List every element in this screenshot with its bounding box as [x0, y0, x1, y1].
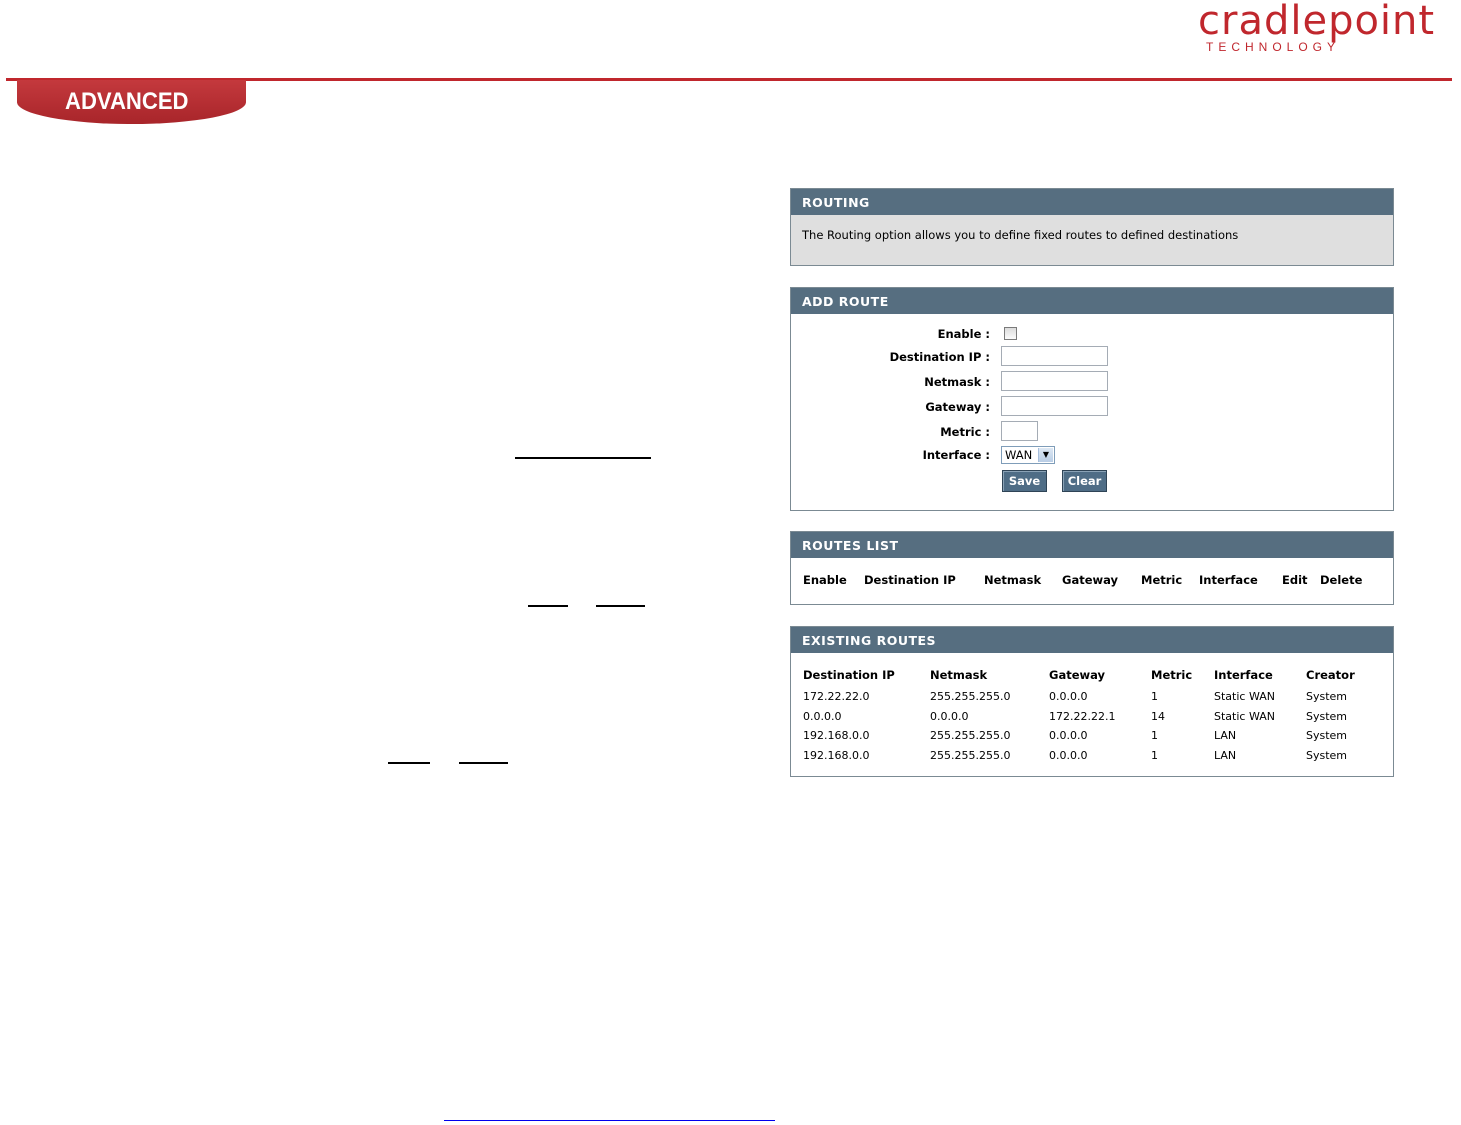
- cell-gateway: 0.0.0.0: [1049, 729, 1088, 742]
- add-route-panel-title: ADD ROUTE: [791, 288, 1393, 314]
- routes-list-col-interface: Interface: [1199, 573, 1258, 587]
- gateway-input[interactable]: [1001, 396, 1108, 416]
- save-button[interactable]: Save: [1002, 470, 1047, 492]
- cell-creator: System: [1306, 690, 1348, 703]
- cell-netmask: 255.255.255.0: [930, 690, 1011, 703]
- routes-list-col-destination-ip: Destination IP: [864, 573, 956, 587]
- logo-tagline: TECHNOLOGY: [1206, 40, 1341, 54]
- routes-list-col-enable: Enable: [803, 573, 847, 587]
- metric-input[interactable]: [1001, 421, 1038, 441]
- cell-gateway: 172.22.22.1: [1049, 710, 1116, 723]
- existing-routes-panel: EXISTING ROUTES Destination IP Netmask G…: [790, 626, 1394, 777]
- routes-list-panel-title: ROUTES LIST: [791, 532, 1393, 558]
- underline-3: [596, 605, 645, 607]
- existing-routes-panel-title: EXISTING ROUTES: [791, 627, 1393, 653]
- destination-ip-input[interactable]: [1001, 346, 1108, 366]
- cell-gateway: 0.0.0.0: [1049, 749, 1088, 762]
- cell-metric: 1: [1151, 729, 1158, 742]
- cell-creator: System: [1306, 710, 1348, 723]
- cell-netmask: 255.255.255.0: [930, 729, 1011, 742]
- underline-6: [444, 1120, 775, 1121]
- existing-col-gateway: Gateway: [1049, 668, 1106, 682]
- cell-gateway: 0.0.0.0: [1049, 690, 1088, 703]
- routes-list-panel: ROUTES LIST Enable Destination IP Netmas…: [790, 531, 1394, 605]
- routing-panel-title: ROUTING: [791, 189, 1393, 215]
- existing-col-destination-ip: Destination IP: [803, 668, 895, 682]
- underline-1: [515, 457, 651, 459]
- logo-wordmark: cradlepoint: [1198, 0, 1436, 44]
- cell-destination-ip: 172.22.22.0: [803, 690, 870, 703]
- interface-label: Interface :: [922, 448, 990, 462]
- routes-list-col-netmask: Netmask: [984, 573, 1042, 587]
- enable-checkbox[interactable]: [1004, 327, 1017, 340]
- cell-interface: Static WAN: [1214, 710, 1275, 723]
- existing-col-interface: Interface: [1214, 668, 1273, 682]
- routing-panel: ROUTING The Routing option allows you to…: [790, 188, 1394, 266]
- clear-button[interactable]: Clear: [1062, 470, 1107, 492]
- metric-label: Metric :: [940, 425, 990, 439]
- gateway-label: Gateway :: [925, 400, 990, 414]
- existing-col-metric: Metric: [1151, 668, 1193, 682]
- routes-list-col-metric: Metric: [1141, 573, 1183, 587]
- netmask-row: Netmask :: [791, 371, 1393, 393]
- section-tab-advanced: ADVANCED: [17, 80, 246, 124]
- routing-description: The Routing option allows you to define …: [802, 228, 1239, 242]
- existing-col-creator: Creator: [1306, 668, 1355, 682]
- add-route-panel: ADD ROUTE Enable : Destination IP : Netm…: [790, 287, 1394, 511]
- cell-destination-ip: 0.0.0.0: [803, 710, 842, 723]
- cell-metric: 1: [1151, 749, 1158, 762]
- cell-netmask: 255.255.255.0: [930, 749, 1011, 762]
- gateway-row: Gateway :: [791, 396, 1393, 418]
- button-row: Save Clear: [791, 470, 1393, 492]
- cell-metric: 14: [1151, 710, 1165, 723]
- interface-select-value: WAN: [1005, 448, 1033, 462]
- cell-metric: 1: [1151, 690, 1158, 703]
- chevron-down-icon[interactable]: ▼: [1038, 448, 1053, 462]
- metric-row: Metric :: [791, 421, 1393, 443]
- routes-list-col-gateway: Gateway: [1062, 573, 1119, 587]
- cell-netmask: 0.0.0.0: [930, 710, 969, 723]
- interface-row: Interface : WAN ▼: [791, 446, 1393, 468]
- underline-5: [459, 762, 508, 764]
- routes-list-col-delete: Delete: [1320, 573, 1363, 587]
- enable-row: Enable :: [791, 323, 1393, 345]
- routes-list-col-edit: Edit: [1282, 573, 1308, 587]
- interface-select[interactable]: WAN ▼: [1001, 446, 1055, 464]
- existing-col-netmask: Netmask: [930, 668, 988, 682]
- enable-label: Enable :: [937, 327, 990, 341]
- underline-2: [528, 605, 568, 607]
- cell-destination-ip: 192.168.0.0: [803, 729, 870, 742]
- cell-creator: System: [1306, 749, 1348, 762]
- cell-interface: Static WAN: [1214, 690, 1275, 703]
- cell-interface: LAN: [1214, 729, 1237, 742]
- cell-destination-ip: 192.168.0.0: [803, 749, 870, 762]
- destination-ip-row: Destination IP :: [791, 346, 1393, 368]
- section-tab-label: ADVANCED: [65, 88, 189, 115]
- netmask-input[interactable]: [1001, 371, 1108, 391]
- cell-interface: LAN: [1214, 749, 1237, 762]
- destination-ip-label: Destination IP :: [889, 350, 990, 364]
- cell-creator: System: [1306, 729, 1348, 742]
- cradlepoint-logo: cradlepoint TECHNOLOGY: [1198, 0, 1443, 60]
- underline-4: [388, 762, 430, 764]
- netmask-label: Netmask :: [924, 375, 990, 389]
